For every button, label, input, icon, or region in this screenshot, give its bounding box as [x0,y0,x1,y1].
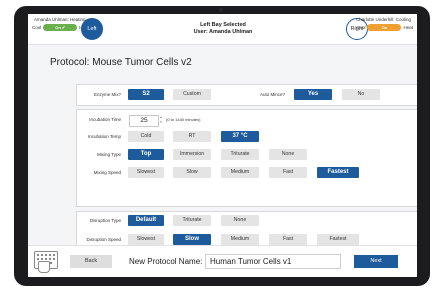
bay-selected-label: Left Bay Selected [200,22,246,28]
disruption-speed-slowest-button[interactable]: Slowest [128,234,164,245]
mixing-immersion-button[interactable]: Immersion [173,149,211,160]
next-button[interactable]: Next [354,255,398,268]
disruption-speed-fastest-button[interactable]: Fastest [317,234,359,245]
camera-dot [219,8,223,12]
incubation-temp-label: Incubation Temp [88,134,121,139]
top-bar: Amanda Uhlman: Heating Cool On ✔ Heat Le… [28,14,417,45]
mixing-type-label: Mixing Type [97,152,121,157]
enzyme-card: Enzyme Mix? S2 Custom Auto Mince? Yes No [76,84,417,106]
right-cool-label: Cool [356,25,366,30]
disruption-type-label: Disruption Type [89,218,121,223]
new-protocol-name-input[interactable]: Human Tumor Cells v1 [205,254,341,269]
mixing-speed-slow-button[interactable]: Slow [173,167,211,178]
incubation-time-hint: (0 to 1440 minutes) [166,117,201,122]
bottom-bar: Back New Protocol Name: Human Tumor Cell… [28,245,417,277]
right-heat-label: Heat [403,25,413,30]
hand-pointer-icon [38,261,50,273]
mixing-speed-fastest-button[interactable]: Fastest [317,167,359,178]
auto-mince-yes-button[interactable]: Yes [294,89,332,100]
bay-title: Left Bay Selected User: Amanda Uhlman [168,22,278,36]
enzyme-s2-button[interactable]: S2 [128,89,164,100]
disruption-speed-fast-button[interactable]: Fast [269,234,307,245]
mixing-speed-slowest-button[interactable]: Slowest [128,167,164,178]
mixing-triturate-button[interactable]: Triturate [221,149,259,160]
temp-37c-button[interactable]: 37 °C [221,131,259,142]
disruption-speed-label: Disruption Speed [86,237,121,242]
enzyme-custom-button[interactable]: Custom [173,89,211,100]
app-screen: Amanda Uhlman: Heating Cool On ✔ Heat Le… [28,14,417,277]
new-protocol-name-label: New Protocol Name: [129,257,203,266]
left-user-status: Amanda Uhlman: Heating [34,17,86,22]
auto-mince-no-button[interactable]: No [342,89,380,100]
disruption-speed-slow-button[interactable]: Slow [173,234,211,245]
incubation-time-stepper[interactable]: ▴ ▾ [159,115,163,125]
temp-cold-button[interactable]: Cold [128,131,164,142]
disruption-triturate-button[interactable]: Triturate [173,215,211,226]
disruption-default-button[interactable]: Default [128,215,164,226]
left-bay-button[interactable]: Left [81,18,103,40]
mixing-speed-fast-button[interactable]: Fast [269,167,307,178]
enzyme-label: Enzyme Mix? [93,92,121,97]
back-button[interactable]: Back [70,255,112,268]
mixing-none-button[interactable]: None [269,149,307,160]
incubation-time-input[interactable]: 25 [129,115,159,127]
disruption-speed-medium-button[interactable]: Medium [221,234,259,245]
right-user-status: Charlotte Underhill: Cooling [355,17,411,22]
right-toggle-switch[interactable]: On [367,24,402,31]
left-toggle-switch[interactable]: On ✔ [43,24,78,31]
incubation-time-label: Incubation Time [89,117,121,122]
disruption-none-button[interactable]: None [221,215,259,226]
auto-mince-label: Auto Mince? [259,92,285,97]
mixing-speed-medium-button[interactable]: Medium [221,167,259,178]
protocol-title: Protocol: Mouse Tumor Cells v2 [50,57,192,68]
mixing-speed-label: Mixing Speed [93,170,121,175]
bay-user-label: User: Amanda Uhlman [193,29,253,35]
left-cool-label: Cool [32,25,42,30]
right-heat-cool-toggle: Cool On Heat [356,24,413,31]
incubation-mixing-card: Incubation Time 25 ▴ ▾ (0 to 1440 minutes… [76,109,417,207]
mixing-top-button[interactable]: Top [128,149,164,160]
temp-rt-button[interactable]: RT [173,131,211,142]
